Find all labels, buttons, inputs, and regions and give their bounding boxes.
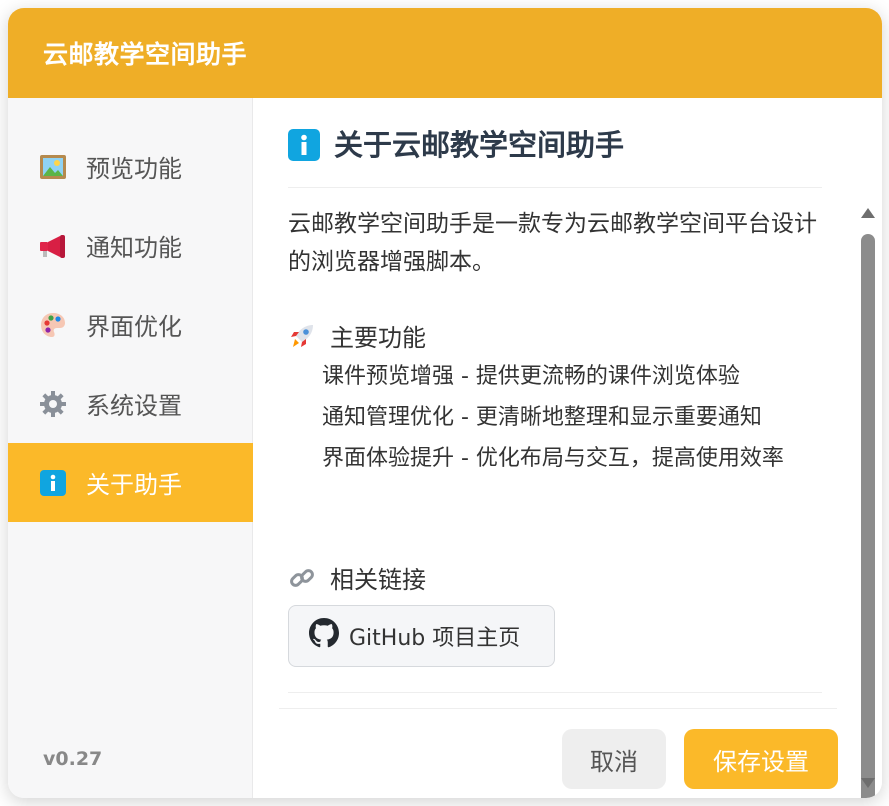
scroll-up-icon[interactable] (860, 206, 876, 220)
settings-dialog: 云邮教学空间助手 预览功能 通知功能 界面优化 系统设置 关于助手 v0.27 … (8, 8, 882, 798)
dialog-footer: 取消 保存设置 (279, 708, 838, 798)
list-item: 课件预览增强 - 提供更流畅的课件浏览体验 (322, 364, 740, 389)
sidebar-nav: 预览功能 通知功能 界面优化 系统设置 关于助手 (8, 127, 253, 522)
info-icon (288, 128, 320, 165)
list-item: 通知管理优化 - 更清晰地整理和显示重要通知 (322, 405, 762, 430)
sidebar-item-about[interactable]: 关于助手 (8, 443, 253, 522)
dialog-title: 云邮教学空间助手 (43, 40, 248, 69)
github-link-button[interactable]: GitHub 项目主页 (288, 605, 555, 667)
section-header: 关于云邮教学空间助手 (288, 128, 822, 188)
sidebar-item-label: 通知功能 (86, 234, 182, 262)
sidebar-item-ui[interactable]: 界面优化 (8, 285, 253, 364)
sidebar: 预览功能 通知功能 界面优化 系统设置 关于助手 v0.27 (8, 98, 253, 798)
github-icon (309, 618, 349, 654)
sidebar-item-preview[interactable]: 预览功能 (8, 127, 253, 206)
features-heading: 主要功能 (288, 318, 426, 353)
link-icon (288, 564, 316, 592)
info-icon (38, 468, 68, 498)
sidebar-item-label: 系统设置 (86, 392, 182, 420)
megaphone-icon (38, 231, 68, 261)
picture-icon (38, 152, 68, 182)
sidebar-item-label: 界面优化 (86, 313, 182, 341)
content-panel: 关于云邮教学空间助手 云邮教学空间助手是一款专为云邮教学空间平台设计的浏览器增强… (254, 98, 882, 798)
sidebar-item-label: 关于助手 (86, 471, 182, 499)
sidebar-item-notify[interactable]: 通知功能 (8, 206, 253, 285)
dialog-header: 云邮教学空间助手 (8, 8, 882, 98)
about-description: 云邮教学空间助手是一款专为云邮教学空间平台设计的浏览器增强脚本。 (288, 211, 817, 275)
vertical-scrollbar[interactable] (852, 196, 882, 798)
sidebar-item-system[interactable]: 系统设置 (8, 364, 253, 443)
divider (288, 692, 822, 693)
links-heading: 相关链接 (288, 560, 426, 595)
gear-icon (38, 389, 68, 419)
palette-icon (38, 310, 68, 340)
cancel-button[interactable]: 取消 (562, 729, 666, 789)
features-list: 课件预览增强 - 提供更流畅的课件浏览体验 通知管理优化 - 更清晰地整理和显示… (322, 360, 822, 483)
version-label: v0.27 (43, 748, 103, 770)
save-button[interactable]: 保存设置 (684, 729, 838, 789)
links-title: 相关链接 (330, 566, 426, 594)
features-title: 主要功能 (330, 324, 426, 352)
github-button-label: GitHub 项目主页 (349, 626, 521, 651)
section-title: 关于云邮教学空间助手 (334, 128, 625, 162)
rocket-icon (288, 322, 316, 350)
sidebar-item-label: 预览功能 (86, 155, 182, 183)
scroll-down-icon[interactable] (860, 776, 876, 790)
list-item: 界面体验提升 - 优化布局与交互，提高使用效率 (322, 446, 784, 471)
scrollbar-thumb[interactable] (861, 234, 875, 798)
